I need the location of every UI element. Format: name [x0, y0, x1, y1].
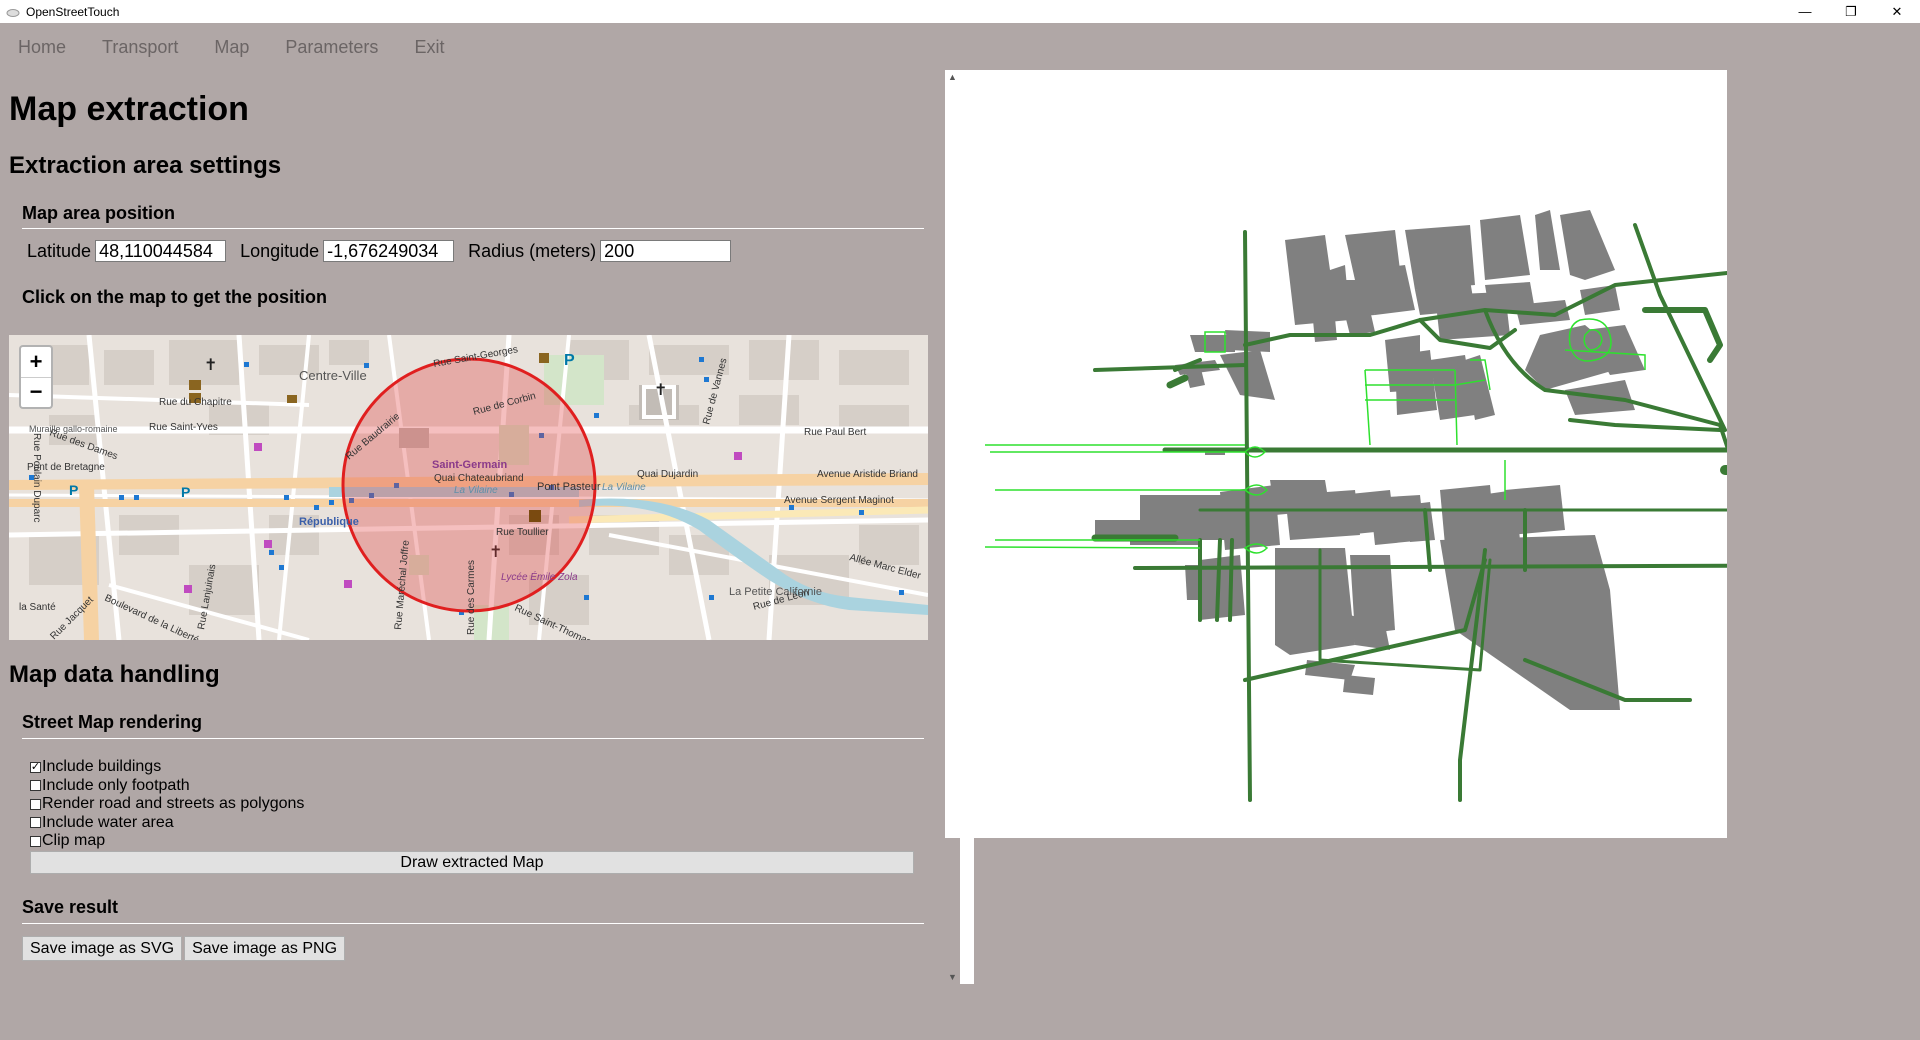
- label-quai-dujardin: Quai Dujardin: [637, 469, 698, 480]
- page-title: Map extraction: [9, 90, 249, 128]
- map-tiles-svg: P P P ✝ ✝ ✝ Centre-Ville Rue du Chapitre…: [9, 335, 928, 640]
- data-section-title: Map data handling: [9, 661, 220, 688]
- option-clip-map[interactable]: Clip map: [30, 832, 304, 851]
- title-bar: OpenStreetTouch — ❐ ✕: [0, 0, 1920, 23]
- window-title: OpenStreetTouch: [26, 4, 120, 19]
- option-label: Include buildings: [42, 758, 162, 775]
- preview-scroll-track[interactable]: [960, 838, 974, 984]
- label-centre-ville: Centre-Ville: [299, 368, 367, 383]
- label-rue-toullier: Rue Toullier: [496, 527, 549, 538]
- label-pont-pasteur: Pont Pasteur: [537, 481, 601, 493]
- checkbox[interactable]: [30, 817, 41, 829]
- menu-home[interactable]: Home: [18, 37, 66, 58]
- close-icon: ✕: [1891, 3, 1903, 19]
- label-la-vilaine-1: La Vilaine: [454, 485, 498, 496]
- zoom-control: + −: [19, 345, 53, 409]
- label-quai-chateaubriand: Quai Chateaubriand: [434, 473, 524, 484]
- scroll-up-icon[interactable]: ▲: [948, 72, 957, 82]
- map-preview-panel: [945, 70, 1727, 838]
- option-include-buildings[interactable]: ✓ Include buildings: [30, 758, 304, 777]
- save-buttons: Save image as SVG Save image as PNG: [22, 936, 347, 961]
- label-saint-germain: Saint-Germain: [432, 459, 507, 471]
- label-avenue-sergent-maginot: Avenue Sergent Maginot: [784, 495, 894, 506]
- restore-button[interactable]: ❐: [1828, 0, 1874, 23]
- label-pont-de-bretagne: Pont de Bretagne: [27, 462, 105, 473]
- position-section-title: Map area position: [22, 203, 176, 223]
- scroll-down-icon[interactable]: ▼: [948, 972, 957, 982]
- checkbox[interactable]: ✓: [30, 761, 41, 773]
- menu-transport[interactable]: Transport: [102, 37, 178, 58]
- latitude-input[interactable]: [95, 240, 227, 262]
- option-label: Include only footpath: [42, 776, 190, 794]
- window-controls: — ❐ ✕: [1782, 0, 1920, 23]
- zoom-out-button[interactable]: −: [21, 378, 51, 408]
- label-la-vilaine-2: La Vilaine: [602, 482, 646, 493]
- svg-text:✝: ✝: [654, 382, 667, 399]
- menu-parameters[interactable]: Parameters: [285, 37, 378, 58]
- minimize-icon: —: [1798, 4, 1812, 19]
- option-include-water-area[interactable]: Include water area: [30, 814, 304, 833]
- save-svg-button[interactable]: Save image as SVG: [22, 936, 183, 961]
- menu-exit[interactable]: Exit: [414, 37, 444, 58]
- option-label: Include water area: [42, 813, 174, 831]
- svg-text:✝: ✝: [204, 357, 217, 374]
- restore-icon: ❐: [1845, 3, 1857, 19]
- close-button[interactable]: ✕: [1874, 0, 1920, 23]
- svg-text:P: P: [181, 484, 190, 500]
- label-rue-saint-yves: Rue Saint-Yves: [149, 422, 218, 433]
- minimize-button[interactable]: —: [1782, 0, 1828, 23]
- divider: [22, 738, 924, 739]
- menu-bar: Home Transport Map Parameters Exit: [0, 23, 463, 71]
- extraction-section-title: Extraction area settings: [9, 152, 282, 179]
- option-include-only-footpath[interactable]: Include only footpath: [30, 777, 304, 796]
- label-rue-des-carmes: Rue des Carmes: [466, 560, 477, 635]
- svg-text:P: P: [69, 482, 78, 498]
- label-lycee-emile-zola: Lycée Émile Zola: [501, 570, 578, 583]
- draw-extracted-map-button[interactable]: Draw extracted Map: [30, 851, 914, 874]
- menu-map[interactable]: Map: [214, 37, 249, 58]
- latitude-label: Latitude: [27, 240, 92, 261]
- save-section-title: Save result: [22, 897, 119, 917]
- extracted-map-svg: [984, 210, 1727, 802]
- radius-input[interactable]: [600, 240, 732, 262]
- label-rue-paul-bert: Rue Paul Bert: [804, 427, 866, 438]
- svg-text:P: P: [564, 352, 575, 369]
- rendering-section-title: Street Map rendering: [22, 712, 203, 732]
- label-republique: République: [299, 516, 359, 528]
- click-hint: Click on the map to get the position: [22, 287, 328, 307]
- option-label: Render road and streets as polygons: [42, 795, 305, 812]
- longitude-label: Longitude: [240, 240, 320, 261]
- option-render-roads-as-polygons[interactable]: Render road and streets as polygons: [30, 795, 304, 814]
- map-view[interactable]: P P P ✝ ✝ ✝ Centre-Ville Rue du Chapitre…: [9, 335, 928, 640]
- longitude-input[interactable]: [323, 240, 455, 262]
- position-fields: Latitude Longitude Radius (meters): [27, 240, 745, 262]
- checkbox[interactable]: [30, 798, 41, 810]
- app-icon: [6, 8, 20, 17]
- label-rue-poulain: Rue Poulain Duparc: [31, 433, 42, 523]
- option-label: Clip map: [42, 832, 106, 849]
- zoom-in-button[interactable]: +: [21, 347, 51, 378]
- save-png-button[interactable]: Save image as PNG: [184, 936, 346, 961]
- divider: [22, 228, 924, 229]
- label-muraille: Muraille gallo-romaine: [29, 424, 118, 434]
- label-avenue-aristide-briand: Avenue Aristide Briand: [817, 469, 918, 480]
- radius-label: Radius (meters): [468, 240, 597, 261]
- render-options: ✓ Include buildings Include only footpat…: [30, 758, 304, 851]
- checkbox[interactable]: [30, 835, 41, 847]
- label-rue-du-chapitre: Rue du Chapitre: [159, 397, 232, 408]
- divider: [22, 923, 924, 924]
- label-la-sante: la Santé: [19, 602, 56, 613]
- checkbox[interactable]: [30, 780, 41, 792]
